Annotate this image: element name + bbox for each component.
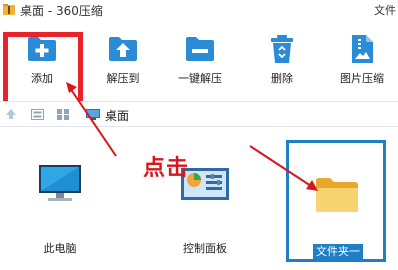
desktop-icon [86, 109, 100, 120]
address-field[interactable]: 桌面 [80, 104, 396, 125]
folder-item[interactable]: 文件夹一 [286, 140, 386, 262]
monitor-icon [39, 165, 81, 201]
control-panel-label: 控制面板 [183, 242, 227, 255]
toolbar: 添加 解压到 一键解压 删除 图片压缩 [0, 20, 398, 116]
folder-label: 文件夹一 [316, 245, 360, 258]
extract-to-button[interactable]: 解压到 [91, 20, 155, 98]
address-path: 桌面 [105, 109, 130, 123]
this-pc-item[interactable]: 此电脑 [20, 164, 100, 255]
image-file-icon [352, 35, 373, 63]
folder-icon [316, 178, 358, 212]
up-arrow-icon[interactable] [5, 108, 17, 120]
grid-view-icon[interactable] [57, 109, 69, 120]
recycle-bin-icon [271, 35, 293, 63]
image-compress-button[interactable]: 图片压缩 [330, 20, 394, 98]
address-bar: 桌面 [0, 101, 398, 127]
list-view-icon[interactable] [31, 109, 44, 120]
one-click-extract-icon [186, 37, 214, 61]
extract-to-label: 解压到 [106, 72, 140, 85]
delete-button[interactable]: 删除 [250, 20, 314, 98]
this-pc-label: 此电脑 [43, 242, 77, 255]
extract-folder-icon [109, 37, 137, 61]
file-list-area: 此电脑 控制面板 文件夹一 [0, 128, 398, 270]
one-click-extract-label: 一键解压 [178, 72, 222, 85]
folder-label-highlight: 文件夹一 [313, 244, 363, 260]
one-click-extract-button[interactable]: 一键解压 [168, 20, 232, 98]
image-compress-label: 图片压缩 [340, 72, 384, 85]
window-title-right: 文件 [374, 4, 396, 17]
folder-zip-app-icon [3, 4, 15, 15]
window-title: 桌面 - 360压缩 [20, 4, 103, 18]
title-bar: 桌面 - 360压缩 文件 [0, 0, 398, 20]
delete-label: 删除 [271, 72, 293, 85]
click-annotation: 点击 [143, 155, 190, 181]
